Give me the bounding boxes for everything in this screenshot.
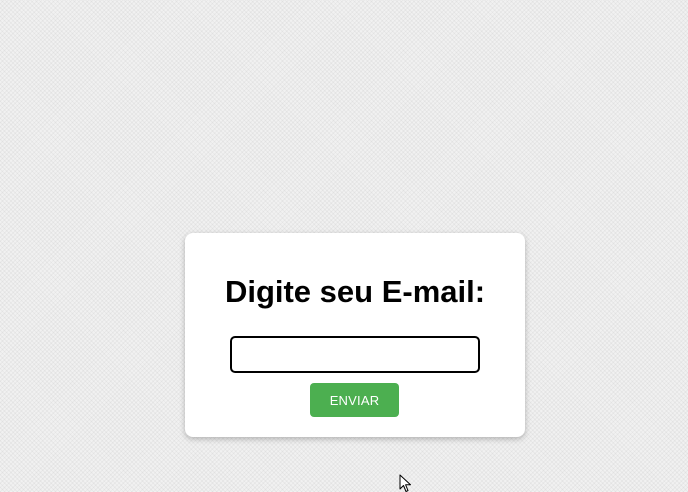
mouse-pointer-icon [399, 474, 411, 492]
email-input[interactable] [230, 336, 480, 373]
submit-button[interactable]: ENVIAR [310, 383, 399, 417]
email-form-card: Digite seu E-mail: ENVIAR [185, 233, 525, 437]
form-title: Digite seu E-mail: [224, 274, 486, 309]
